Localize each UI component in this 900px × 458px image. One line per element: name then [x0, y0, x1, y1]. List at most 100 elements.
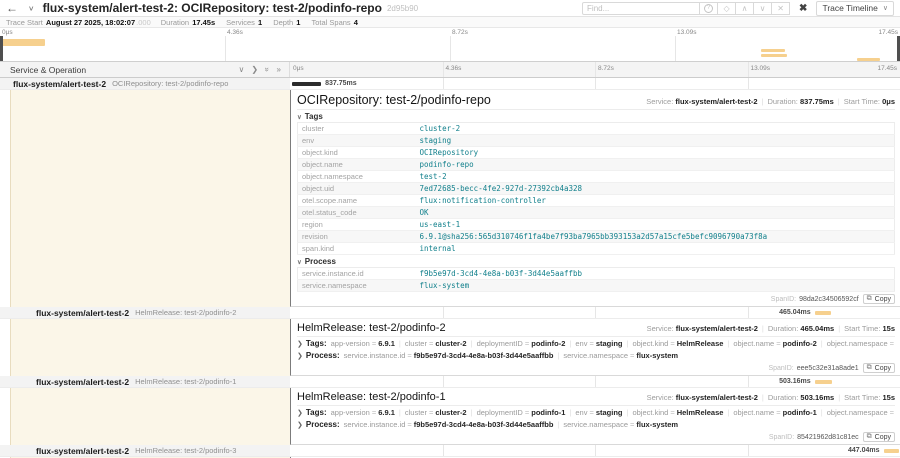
meta-separator: |: [762, 324, 764, 333]
tags-summary-key: env: [575, 339, 587, 348]
span-timeline-cell[interactable]: 837.75ms: [290, 78, 900, 89]
process-row[interactable]: service.instance.idf9b5e97d-3cd4-4e8a-b0…: [298, 268, 895, 280]
detail-gutter: [0, 319, 10, 376]
meta-service-label: Service:: [647, 324, 676, 333]
span-timeline-cell[interactable]: 503.16ms: [290, 376, 900, 387]
help-icon: ?: [704, 4, 713, 13]
copy-span-id-button[interactable]: ⧉Copy: [863, 432, 895, 442]
collapse-one-icon[interactable]: ❯: [251, 65, 258, 74]
tags-section-toggle[interactable]: ∨Tags: [297, 110, 895, 122]
span-duration-bar[interactable]: [815, 311, 831, 315]
span-row[interactable]: flux-system/alert-test-2HelmRelease: tes…: [0, 307, 900, 319]
span-service-name: flux-system/alert-test-2: [36, 446, 129, 456]
find-input[interactable]: [582, 2, 700, 15]
trace-view-select[interactable]: Trace Timeline ∨: [816, 1, 894, 16]
tag-row[interactable]: otel.status_codeOK: [298, 207, 895, 219]
expand-one-icon[interactable]: ∨: [239, 65, 245, 74]
span-row[interactable]: flux-system/alert-test-2HelmRelease: tes…: [0, 376, 900, 388]
trace-depth: Depth 1: [273, 18, 301, 27]
tag-row[interactable]: clustercluster-2: [298, 123, 895, 135]
equals-sign: =: [429, 408, 433, 417]
timeline-gridline: [443, 445, 444, 456]
tag-row[interactable]: revision6.9.1@sha256:565d310746f1fa4be7f…: [298, 231, 895, 243]
timeline-gridline: [595, 445, 596, 456]
tag-row[interactable]: object.namespacetest-2: [298, 171, 895, 183]
meta-start-time-label: Start Time:: [844, 97, 882, 106]
collapse-header-chevron-icon[interactable]: ∨: [28, 4, 35, 13]
equals-sign: =: [372, 339, 376, 348]
minimap-canvas[interactable]: [0, 36, 900, 62]
tag-value: podinfo-repo: [416, 159, 895, 171]
span-duration-bar[interactable]: [815, 380, 833, 384]
next-match-button[interactable]: ∨: [754, 2, 772, 15]
ruler-tick-label: 13.09s: [751, 65, 771, 72]
tag-row[interactable]: envstaging: [298, 135, 895, 147]
span-timeline-cell[interactable]: 447.04ms: [290, 445, 900, 456]
span-operation-name: HelmRelease: test-2/podinfo-2: [135, 308, 236, 317]
tag-row[interactable]: object.kindOCIRepository: [298, 147, 895, 159]
timeline-gridline: [595, 78, 596, 89]
process-summary-line[interactable]: ❯Process:service.instance.id=f9b5e97d-3c…: [297, 349, 895, 361]
process-summary-line[interactable]: ❯Process:service.instance.id=f9b5e97d-3c…: [297, 418, 895, 430]
tag-row[interactable]: object.namepodinfo-repo: [298, 159, 895, 171]
timeline-gridline: [748, 307, 749, 318]
span-name-cell[interactable]: flux-system/alert-test-2HelmRelease: tes…: [0, 307, 290, 318]
equals-sign: =: [525, 339, 529, 348]
tags-summary-key: env: [575, 408, 587, 417]
span-name-cell[interactable]: flux-system/alert-test-2HelmRelease: tes…: [0, 376, 290, 387]
prev-match-button[interactable]: ∧: [736, 2, 754, 15]
copy-button-label: Copy: [875, 434, 891, 441]
detail-highlight-column: [10, 388, 290, 445]
tags-summary-value: podinfo-1: [783, 408, 817, 417]
summary-separator: |: [569, 339, 571, 348]
help-button[interactable]: ?: [700, 2, 718, 15]
tag-key: revision: [298, 231, 416, 243]
span-detail-row: HelmRelease: test-2/podinfo-1Service: fl…: [0, 388, 900, 445]
process-row[interactable]: service.namespaceflux-system: [298, 280, 895, 292]
tag-key: object.namespace: [298, 171, 416, 183]
tag-row[interactable]: object.uid7ed72685-becc-4fe2-927d-27392c…: [298, 183, 895, 195]
minimap-left-scrubber[interactable]: [0, 36, 3, 61]
clear-selection-icon[interactable]: ✖: [799, 3, 807, 14]
copy-span-id-button[interactable]: ⧉Copy: [863, 363, 895, 373]
tag-value: 7ed72685-becc-4fe2-927d-27392cb4a328: [416, 183, 895, 195]
process-section-toggle[interactable]: ∨Process: [297, 255, 895, 267]
clear-find-button[interactable]: ✕: [772, 2, 790, 15]
span-row[interactable]: flux-system/alert-test-2OCIRepository: t…: [0, 78, 900, 90]
span-name-cell[interactable]: flux-system/alert-test-2OCIRepository: t…: [0, 78, 290, 89]
tag-row[interactable]: regionus-east-1: [298, 219, 895, 231]
chevron-up-icon: ∧: [742, 4, 748, 13]
back-arrow-icon[interactable]: ←: [6, 1, 18, 15]
span-row[interactable]: flux-system/alert-test-2HelmRelease: tes…: [0, 445, 900, 457]
find-toolbar: ? ◇ ∧ ∨ ✕: [582, 2, 790, 15]
span-timeline-cell[interactable]: 465.04ms: [290, 307, 900, 318]
tags-summary-value: podinfo-2: [783, 339, 817, 348]
equals-sign: =: [776, 339, 780, 348]
tag-value: internal: [416, 243, 895, 255]
tags-summary-line[interactable]: ❯Tags:app-version=6.9.1|cluster=cluster-…: [297, 406, 895, 418]
focus-match-button[interactable]: ◇: [718, 2, 736, 15]
meta-duration-value: 503.16ms: [800, 393, 834, 402]
summary-separator: |: [821, 339, 823, 348]
span-duration-bar[interactable]: [292, 82, 321, 86]
tags-summary-line[interactable]: ❯Tags:app-version=6.9.1|cluster=cluster-…: [297, 337, 895, 349]
span-id-row: SpanID:85421962d81c81ec⧉Copy: [297, 430, 895, 443]
tag-row[interactable]: otel.scope.nameflux:notification-control…: [298, 195, 895, 207]
tags-summary-key: app-version: [331, 408, 370, 417]
tag-value: OCIRepository: [416, 147, 895, 159]
tag-key: span.kind: [298, 243, 416, 255]
tag-value: 6.9.1@sha256:565d310746f1fa4be7f93ba7965…: [416, 231, 895, 243]
minimap-tick-label: 17.45s: [878, 29, 898, 36]
tag-key: cluster: [298, 123, 416, 135]
meta-service-value: flux-system/alert-test-2: [676, 324, 758, 333]
copy-span-id-button[interactable]: ⧉Copy: [863, 294, 895, 304]
span-duration-bar[interactable]: [884, 449, 900, 453]
span-service-name: flux-system/alert-test-2: [36, 377, 129, 387]
collapse-all-icon[interactable]: »: [277, 65, 281, 74]
expand-all-icon[interactable]: »: [263, 67, 272, 71]
meta-duration-label: Duration:: [767, 97, 800, 106]
trace-summary-bar: Trace Start August 27 2025, 18:02:07.000…: [0, 17, 900, 28]
span-name-cell[interactable]: flux-system/alert-test-2HelmRelease: tes…: [0, 445, 290, 456]
meta-service-value: flux-system/alert-test-2: [675, 97, 757, 106]
tag-row[interactable]: span.kindinternal: [298, 243, 895, 255]
